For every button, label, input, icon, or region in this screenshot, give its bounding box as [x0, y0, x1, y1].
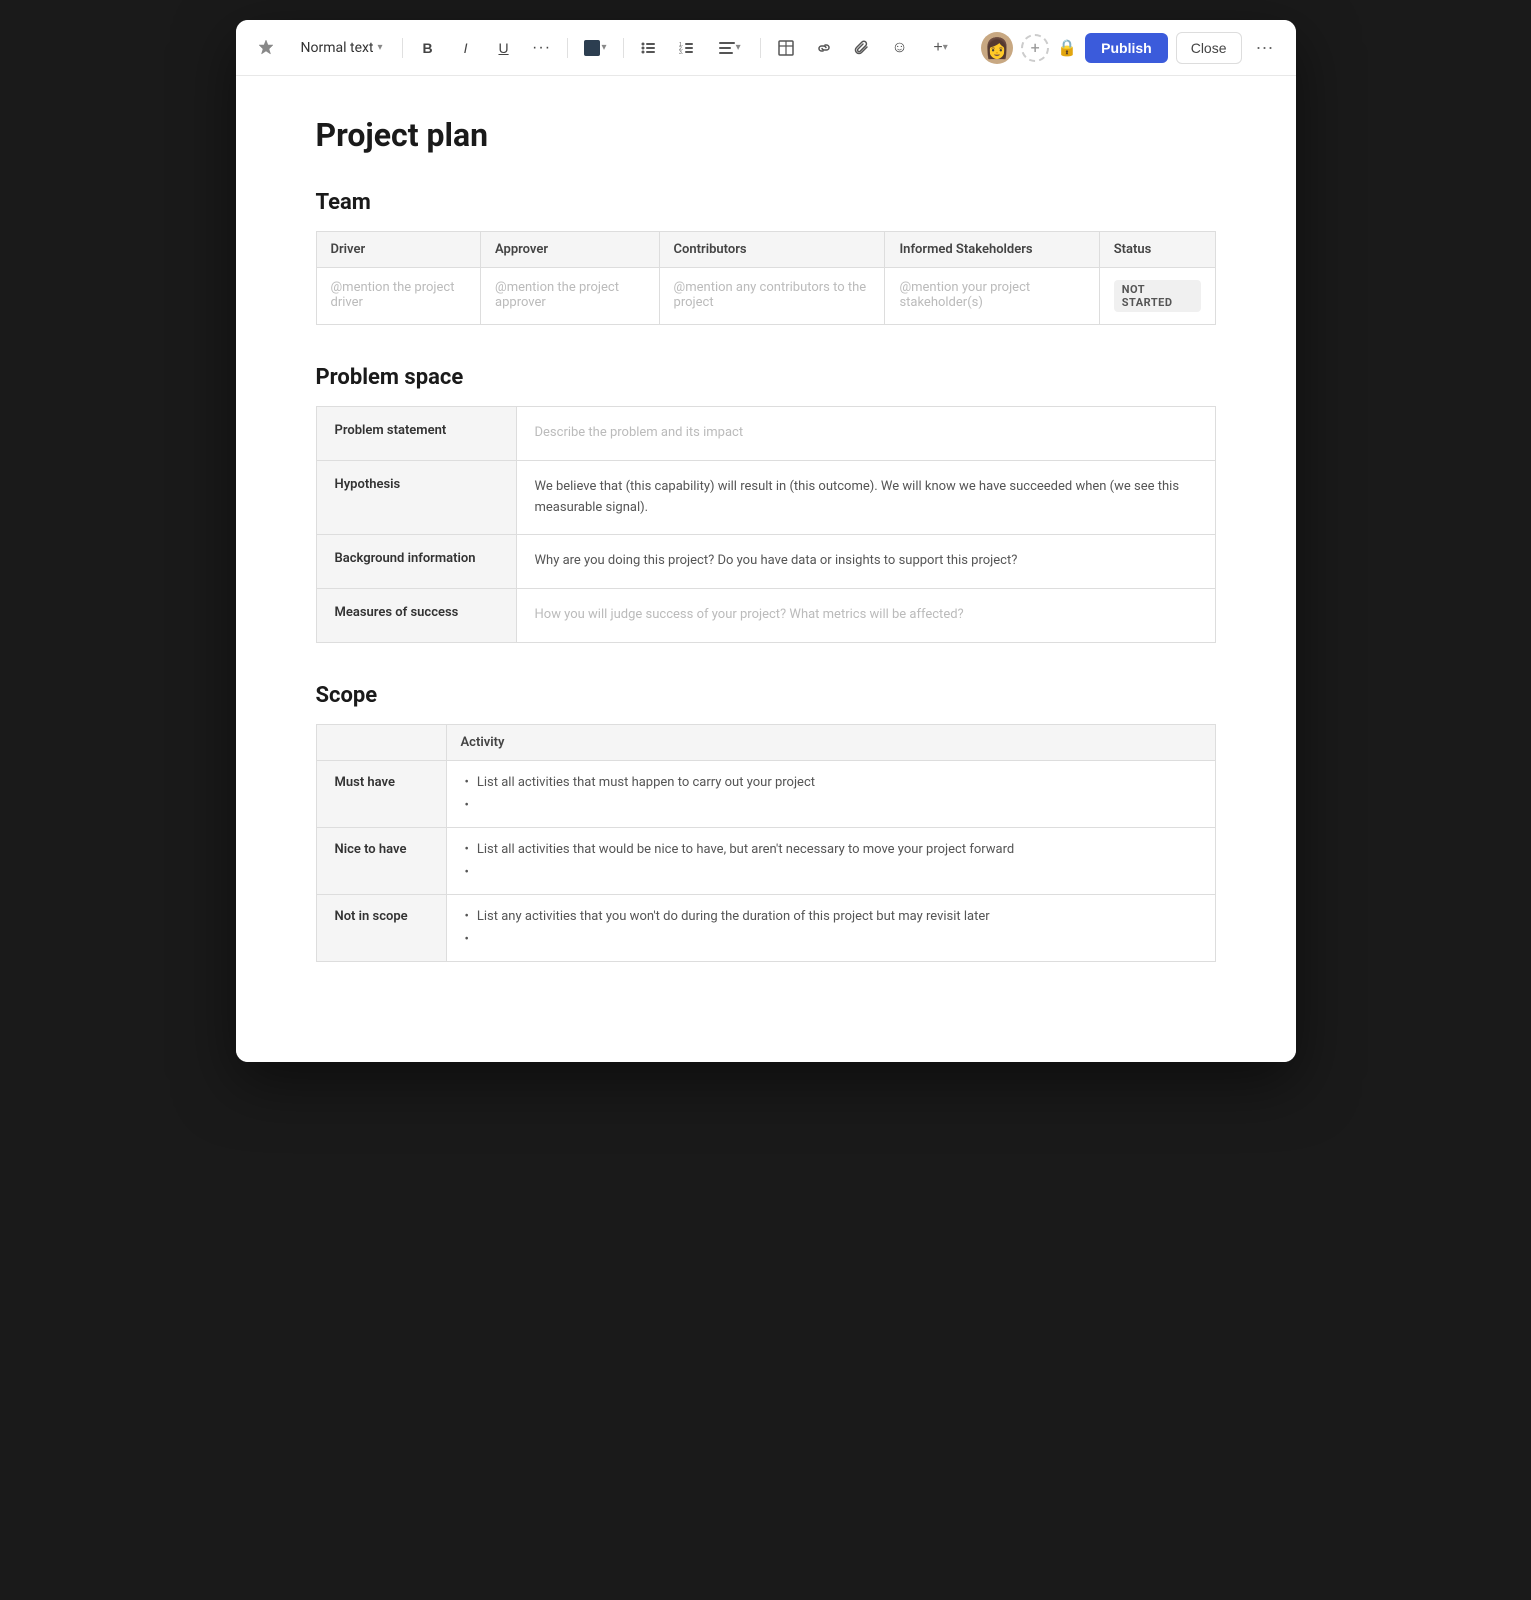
team-section-title: Team: [316, 190, 1216, 215]
italic-button[interactable]: I: [451, 33, 481, 63]
table-row: Nice to have • List all activities that …: [316, 827, 1215, 894]
content-area: Project plan Team Driver Approver Contri…: [236, 76, 1296, 1062]
bullet-dot: •: [465, 842, 469, 857]
close-button[interactable]: Close: [1176, 32, 1242, 64]
toolbar-right: 👩 + 🔒 Publish Close ···: [981, 32, 1279, 64]
table-button[interactable]: [771, 33, 801, 63]
measures-label: Measures of success: [316, 589, 516, 643]
measures-content[interactable]: How you will judge success of your proje…: [516, 589, 1215, 643]
color-chevron: ▾: [602, 42, 607, 53]
hypothesis-content[interactable]: We believe that (this capability) will r…: [516, 460, 1215, 535]
bullet-dot: •: [465, 909, 469, 924]
publish-button[interactable]: Publish: [1085, 33, 1168, 63]
team-table: Driver Approver Contributors Informed St…: [316, 231, 1216, 325]
status-cell[interactable]: NOT STARTED: [1099, 268, 1215, 325]
add-collaborator-button[interactable]: +: [1021, 34, 1049, 62]
list-item: • List any activities that you won't do …: [465, 909, 1197, 924]
team-section: Team Driver Approver Contributors Inform…: [316, 190, 1216, 325]
table-row: Background information Why are you doing…: [316, 535, 1215, 589]
status-badge: NOT STARTED: [1114, 280, 1201, 312]
color-picker-button[interactable]: ▾: [578, 36, 613, 60]
toolbar-divider-4: [760, 38, 761, 58]
table-row: Problem statement Describe the problem a…: [316, 407, 1215, 461]
nice-to-have-content[interactable]: • List all activities that would be nice…: [446, 827, 1215, 894]
list-item: •: [465, 932, 1197, 947]
bold-button[interactable]: B: [413, 33, 443, 63]
more-format-button[interactable]: ···: [527, 33, 557, 63]
not-in-scope-label: Not in scope: [316, 894, 446, 961]
toolbar-divider-2: [567, 38, 568, 58]
problem-section-title: Problem space: [316, 365, 1216, 390]
approver-cell[interactable]: @mention the project approver: [481, 268, 660, 325]
text-style-chevron: ▾: [378, 42, 383, 53]
scope-section-title: Scope: [316, 683, 1216, 708]
not-in-scope-content[interactable]: • List any activities that you won't do …: [446, 894, 1215, 961]
color-swatch: [584, 40, 600, 56]
list-item: • List all activities that must happen t…: [465, 775, 1197, 790]
table-row: Measures of success How you will judge s…: [316, 589, 1215, 643]
bullet-dot: •: [465, 775, 469, 790]
team-col-status: Status: [1099, 232, 1215, 268]
scope-col-activity: Activity: [446, 724, 1215, 760]
team-col-approver: Approver: [481, 232, 660, 268]
team-col-stakeholders: Informed Stakeholders: [885, 232, 1099, 268]
list-item: •: [465, 798, 1197, 813]
driver-cell[interactable]: @mention the project driver: [316, 268, 481, 325]
problem-statement-content[interactable]: Describe the problem and its impact: [516, 407, 1215, 461]
team-table-header-row: Driver Approver Contributors Informed St…: [316, 232, 1215, 268]
must-have-item-1: List all activities that must happen to …: [477, 775, 815, 790]
emoji-button[interactable]: ☺: [885, 33, 915, 63]
table-row: Not in scope • List any activities that …: [316, 894, 1215, 961]
text-style-selector[interactable]: Normal text ▾: [292, 35, 392, 61]
contributors-cell[interactable]: @mention any contributors to the project: [659, 268, 885, 325]
scope-col-category: [316, 724, 446, 760]
avatar[interactable]: 👩: [981, 32, 1013, 64]
nice-to-have-label: Nice to have: [316, 827, 446, 894]
more-options-button[interactable]: ···: [1250, 33, 1280, 63]
underline-button[interactable]: U: [489, 33, 519, 63]
toolbar-divider-1: [402, 38, 403, 58]
bullet-dot: •: [465, 932, 469, 947]
numbered-list-button[interactable]: 1. 2. 3.: [672, 33, 702, 63]
align-button[interactable]: ▾: [710, 33, 750, 63]
background-content[interactable]: Why are you doing this project? Do you h…: [516, 535, 1215, 589]
team-col-driver: Driver: [316, 232, 481, 268]
must-have-label: Must have: [316, 760, 446, 827]
table-row: @mention the project driver @mention the…: [316, 268, 1215, 325]
nice-to-have-item-1: List all activities that would be nice t…: [477, 842, 1014, 857]
toolbar-divider-3: [623, 38, 624, 58]
svg-text:3.: 3.: [679, 50, 683, 56]
table-row: Hypothesis We believe that (this capabil…: [316, 460, 1215, 535]
scope-table-header-row: Activity: [316, 724, 1215, 760]
bullet-dot: •: [465, 865, 469, 880]
page-title: Project plan: [316, 116, 1216, 154]
must-have-content[interactable]: • List all activities that must happen t…: [446, 760, 1215, 827]
table-row: Must have • List all activities that mus…: [316, 760, 1215, 827]
not-in-scope-item-1: List any activities that you won't do du…: [477, 909, 990, 924]
list-item: • List all activities that would be nice…: [465, 842, 1197, 857]
problem-section: Problem space Problem statement Describe…: [316, 365, 1216, 643]
bullet-list-button[interactable]: [634, 33, 664, 63]
problem-table: Problem statement Describe the problem a…: [316, 406, 1216, 643]
attachment-button[interactable]: [847, 33, 877, 63]
bullet-dot: •: [465, 798, 469, 813]
stakeholders-cell[interactable]: @mention your project stakeholder(s): [885, 268, 1099, 325]
link-button[interactable]: [809, 33, 839, 63]
logo-icon[interactable]: [252, 34, 280, 62]
scope-table: Activity Must have • List all activities…: [316, 724, 1216, 962]
app-window: Normal text ▾ B I U ··· ▾ 1.: [236, 20, 1296, 1062]
scope-section: Scope Activity Must have • List all: [316, 683, 1216, 962]
insert-button[interactable]: + ▾: [923, 33, 959, 63]
background-label: Background information: [316, 535, 516, 589]
hypothesis-label: Hypothesis: [316, 460, 516, 535]
lock-icon[interactable]: 🔒: [1057, 38, 1077, 57]
toolbar: Normal text ▾ B I U ··· ▾ 1.: [236, 20, 1296, 76]
team-col-contributors: Contributors: [659, 232, 885, 268]
list-item: •: [465, 865, 1197, 880]
text-style-label: Normal text: [301, 40, 374, 56]
problem-statement-label: Problem statement: [316, 407, 516, 461]
